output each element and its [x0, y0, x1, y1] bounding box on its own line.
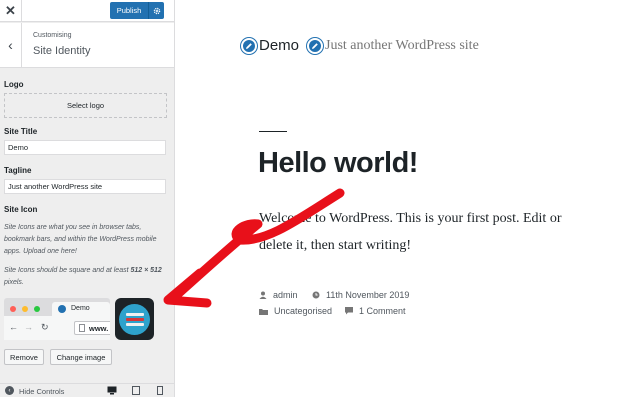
pencil-icon[interactable]	[307, 37, 324, 54]
icon-bar	[125, 317, 144, 321]
logo-label: Logo	[4, 80, 24, 89]
customizer-sidebar: ✕ Publish ‹ Customising Site Identity Lo…	[0, 0, 175, 397]
pencil-icon[interactable]	[241, 37, 257, 54]
comments-link[interactable]: 1 Comment	[359, 306, 406, 316]
site-title-field[interactable]	[4, 140, 166, 155]
browser-nav-row: ← → ↻ www.	[4, 316, 110, 340]
divider	[259, 131, 287, 132]
customizer-topbar: ✕ Publish	[0, 0, 174, 22]
person-icon	[259, 291, 267, 299]
post-category[interactable]: Uncategorised	[259, 306, 332, 316]
desktop-icon[interactable]	[107, 386, 117, 395]
icon-bar	[125, 322, 144, 326]
size-note-suffix: pixels.	[4, 279, 24, 286]
browser-tab: Demo	[52, 302, 110, 316]
close-button[interactable]: ✕	[0, 0, 22, 22]
comment-icon	[345, 307, 353, 315]
folder-icon	[259, 308, 268, 315]
gear-icon	[153, 7, 160, 14]
page-icon	[79, 324, 85, 332]
browser-forward-icon: →	[24, 322, 33, 332]
preview-site-tagline: Just another WordPress site	[325, 37, 479, 53]
post-title[interactable]: Hello world!	[258, 147, 418, 180]
size-note-prefix: Site Icons should be square and at least	[4, 267, 131, 274]
hide-controls-icon[interactable]: ‹	[5, 386, 14, 395]
customizer-footer: ‹ Hide Controls	[0, 383, 174, 397]
mobile-icon[interactable]	[155, 386, 165, 395]
site-header: Demo Just another WordPress site	[241, 37, 479, 54]
section-title: Site Identity	[33, 45, 91, 57]
preview-site-title[interactable]: Demo	[259, 37, 299, 54]
section-header: ‹ Customising Site Identity	[0, 23, 174, 68]
site-icon-description: Site Icons are what you see in browser t…	[4, 224, 157, 255]
window-close-dot	[10, 306, 16, 312]
browser-url-bar: www.	[74, 321, 110, 335]
hide-controls-button[interactable]: Hide Controls	[19, 387, 64, 396]
post-content: Welcome to WordPress. This is your first…	[259, 211, 562, 253]
author-link[interactable]: admin	[273, 290, 298, 300]
tagline-label: Tagline	[4, 166, 32, 175]
publish-button[interactable]: Publish	[110, 2, 148, 19]
change-image-button[interactable]: Change image	[50, 349, 112, 365]
browser-back-icon: ←	[9, 322, 18, 332]
browser-tab-preview: Demo ← → ↻ www.	[4, 298, 110, 340]
post-author[interactable]: admin	[259, 290, 298, 300]
breadcrumb: Customising	[33, 32, 72, 39]
back-button[interactable]: ‹	[0, 23, 22, 67]
publish-settings-button[interactable]	[148, 2, 164, 19]
select-logo-button[interactable]: Select logo	[4, 93, 167, 118]
browser-tab-label: Demo	[71, 305, 90, 312]
site-icon-label: Site Icon	[4, 205, 38, 214]
site-icon-image	[115, 298, 154, 340]
site-preview: Demo Just another WordPress site Hello w…	[175, 0, 630, 397]
tablet-icon[interactable]	[131, 386, 141, 395]
browser-url-text: www.	[89, 324, 109, 333]
category-link[interactable]: Uncategorised	[274, 306, 332, 316]
close-icon: ✕	[5, 3, 16, 18]
site-title-label: Site Title	[4, 127, 38, 136]
size-note-dimensions: 512 × 512	[130, 267, 162, 274]
tagline-field[interactable]	[4, 179, 166, 194]
tab-favicon	[58, 305, 66, 313]
post-date[interactable]: 11th November 2019	[312, 290, 409, 300]
window-minimize-dot	[22, 306, 28, 312]
window-zoom-dot	[34, 306, 40, 312]
back-chevron-icon: ‹	[8, 37, 13, 53]
icon-bar	[125, 312, 144, 316]
site-icon-graphic	[119, 303, 150, 335]
site-icon-size-note: Site Icons should be square and at least…	[4, 265, 169, 289]
post-comments[interactable]: 1 Comment	[345, 306, 406, 316]
date-link[interactable]: 11th November 2019	[326, 290, 409, 300]
remove-button[interactable]: Remove	[4, 349, 44, 365]
reload-icon: ↻	[41, 322, 49, 332]
clock-icon	[312, 291, 320, 299]
